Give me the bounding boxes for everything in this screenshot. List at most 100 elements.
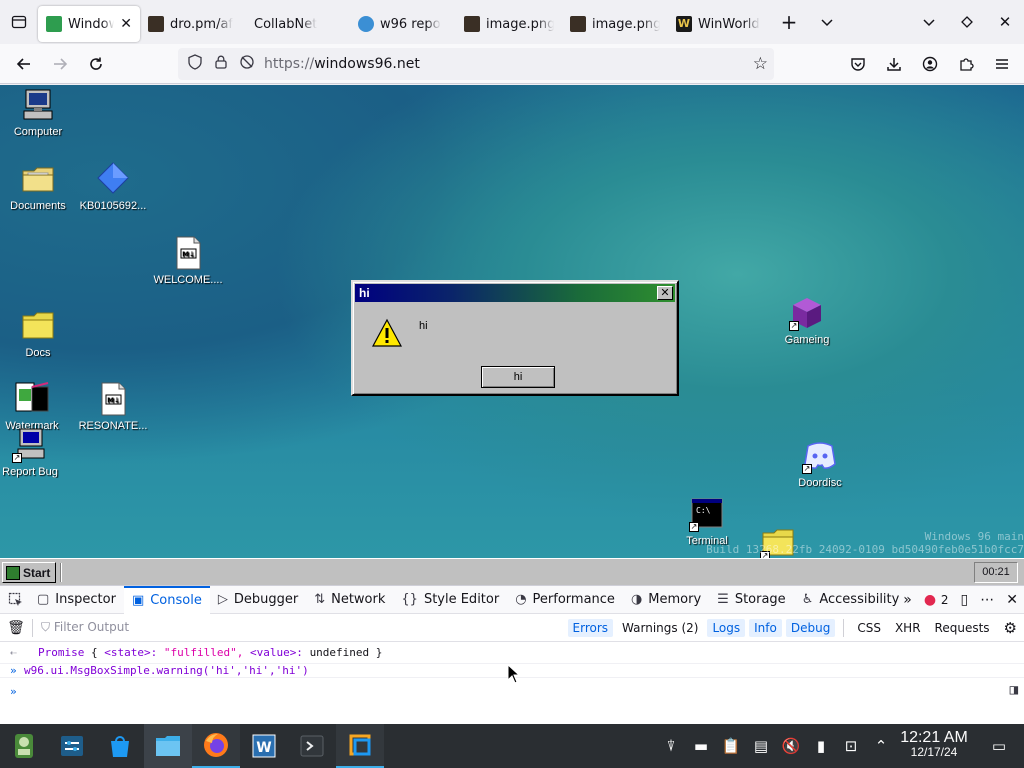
tab-label: image.png — [486, 16, 554, 32]
message-text: hi — [419, 320, 428, 332]
maximize-diamond-icon[interactable] — [948, 0, 986, 44]
file-manager-icon[interactable] — [144, 724, 192, 768]
console-settings-gear-icon[interactable]: ⚙ — [999, 617, 1022, 639]
report-bug-computer-icon: ↗ — [12, 427, 48, 463]
tab-console[interactable]: ▣ Console — [123, 585, 210, 614]
filter-logs[interactable]: Logs — [707, 619, 746, 637]
update-notifier-icon[interactable]: ⍒ — [656, 737, 686, 755]
filter-debug[interactable]: Debug — [785, 619, 836, 637]
tab-accessibility[interactable]: ♿ Accessibility — [794, 586, 908, 614]
svg-text:M↓: M↓ — [107, 397, 120, 405]
forward-arrow-icon[interactable] — [42, 48, 78, 80]
browser-tab-image-2[interactable]: image.png — [562, 6, 668, 42]
reload-icon[interactable] — [78, 48, 114, 80]
close-icon[interactable]: ✕ — [657, 286, 673, 300]
browser-tab-dropm[interactable]: dro.pm/af — [140, 6, 246, 42]
clear-console-trash-icon[interactable]: 🗑 — [0, 620, 32, 636]
url-bar[interactable]: https://windows96.net ☆ — [178, 48, 774, 80]
pocket-icon[interactable] — [840, 48, 876, 80]
console-icon: ▣ — [131, 593, 145, 608]
winworld-app-icon[interactable]: W — [240, 724, 288, 768]
desktop-icon-welcome[interactable]: M↓ WELCOME.... — [150, 235, 226, 286]
show-desktop-icon[interactable]: ▭ — [984, 737, 1014, 755]
more-options-icon[interactable]: ⋯ — [980, 592, 994, 608]
win96-clock: 00:21 — [974, 562, 1018, 583]
devtools-toolbar: ▢ Inspector ▣ Console ▷ Debugger ⇅ Network {… — [0, 585, 1024, 614]
discover-store-icon[interactable] — [96, 724, 144, 768]
editor-mode-toggle-icon[interactable]: ◨ — [1010, 682, 1018, 698]
browser-tab-w96-repo[interactable]: w96 repo — [350, 6, 456, 42]
filter-output-input[interactable]: ⛉ Filter Output — [41, 620, 129, 635]
error-count-badge[interactable]: ● 2 — [924, 592, 949, 608]
tab-list-icon[interactable] — [0, 0, 38, 44]
system-settings-icon[interactable] — [48, 724, 96, 768]
minimize-chevron-icon[interactable] — [910, 0, 948, 44]
ok-button[interactable]: hi — [481, 366, 555, 388]
tab-memory[interactable]: ◑ Memory — [623, 586, 709, 614]
close-window-icon[interactable]: ✕ — [986, 0, 1024, 44]
more-tabs-chevron-icon[interactable]: » — [903, 592, 912, 608]
desktop-icon-kb[interactable]: KB0105692... — [75, 161, 151, 212]
dock-side-icon[interactable]: ▯ — [961, 592, 969, 608]
filter-css[interactable]: CSS — [852, 619, 886, 637]
browser-tab-windows96[interactable]: Window ✕ — [38, 6, 140, 42]
virtualbox-icon[interactable] — [336, 724, 384, 768]
new-tab-plus-icon[interactable]: + — [770, 0, 808, 44]
tab-network[interactable]: ⇅ Network — [306, 586, 393, 614]
close-tab-icon[interactable]: ✕ — [120, 16, 132, 32]
filter-xhr[interactable]: XHR — [890, 619, 926, 637]
desktop-icon-doordisc[interactable]: ↗ Doordisc — [782, 438, 858, 489]
desktop-icon-gameing[interactable]: ↗ Gameing — [769, 295, 845, 346]
win96-desktop[interactable]: Computer Documents KB0105692... M↓ WELCO… — [0, 85, 1024, 558]
konsole-terminal-icon[interactable] — [288, 724, 336, 768]
tab-label: Performance — [532, 592, 615, 607]
notes-icon[interactable]: ▤ — [746, 737, 776, 755]
permissions-icon[interactable] — [234, 54, 260, 74]
clipboard-icon[interactable]: 📋 — [716, 737, 746, 755]
tab-inspector[interactable]: ▢ Inspector — [29, 586, 124, 614]
filter-warnings[interactable]: Warnings (2) — [617, 619, 703, 637]
battery-icon[interactable]: ▮ — [806, 737, 836, 755]
bookmark-star-icon[interactable]: ☆ — [753, 54, 768, 74]
app-launcher-icon[interactable] — [0, 724, 48, 768]
desktop-icon-docs[interactable]: Docs — [0, 308, 76, 359]
browser-tab-collabnet[interactable]: CollabNet — [246, 6, 350, 42]
close-devtools-icon[interactable]: ✕ — [1006, 592, 1018, 608]
desktop-icon-report-bug[interactable]: ↗ Report Bug — [0, 427, 68, 478]
volume-muted-icon[interactable]: 🔇 — [776, 737, 806, 755]
filter-info[interactable]: Info — [749, 619, 782, 637]
promise-label: Promise — [38, 646, 85, 659]
desktop-icon-documents[interactable]: Documents — [0, 161, 76, 212]
firefox-icon[interactable] — [192, 724, 240, 768]
lock-icon[interactable] — [208, 55, 234, 73]
tab-overflow-chevron-icon[interactable] — [808, 0, 846, 44]
kde-clock[interactable]: 12:21 AM 12/17/24 — [894, 730, 974, 760]
filter-requests[interactable]: Requests — [930, 619, 995, 637]
tray-expand-chevron-icon[interactable]: ⌃ — [866, 737, 896, 755]
message-box-window[interactable]: hi ✕ hi hi — [351, 280, 679, 396]
shield-icon[interactable] — [182, 54, 208, 74]
tab-storage[interactable]: ☰ Storage — [709, 586, 794, 614]
display-icon[interactable]: ▬ — [686, 737, 716, 755]
tab-label: image.png — [592, 16, 660, 32]
pick-element-icon[interactable] — [0, 586, 29, 614]
account-icon[interactable] — [912, 48, 948, 80]
desktop-icon-computer[interactable]: Computer — [0, 87, 76, 138]
start-button[interactable]: Start — [2, 562, 56, 583]
memory-icon: ◑ — [630, 592, 643, 607]
browser-tab-image-1[interactable]: image.png — [456, 6, 562, 42]
browser-tab-winworld[interactable]: W WinWorld — [668, 6, 770, 42]
filter-errors[interactable]: Errors — [567, 619, 614, 637]
message-box-titlebar[interactable]: hi ✕ — [355, 284, 675, 302]
tab-style-editor[interactable]: {} Style Editor — [393, 586, 507, 614]
extensions-icon[interactable] — [948, 48, 984, 80]
downloads-icon[interactable] — [876, 48, 912, 80]
icon-caption: RESONATE... — [78, 420, 148, 432]
network-icon[interactable]: ⊡ — [836, 737, 866, 755]
back-arrow-icon[interactable] — [6, 48, 42, 80]
hamburger-menu-icon[interactable] — [984, 48, 1020, 80]
tab-performance[interactable]: ◔ Performance — [507, 586, 623, 614]
desktop-icon-watermark[interactable]: Watermark — [0, 381, 70, 432]
tab-debugger[interactable]: ▷ Debugger — [210, 586, 306, 614]
desktop-icon-resonate[interactable]: M↓ RESONATE... — [75, 381, 151, 432]
